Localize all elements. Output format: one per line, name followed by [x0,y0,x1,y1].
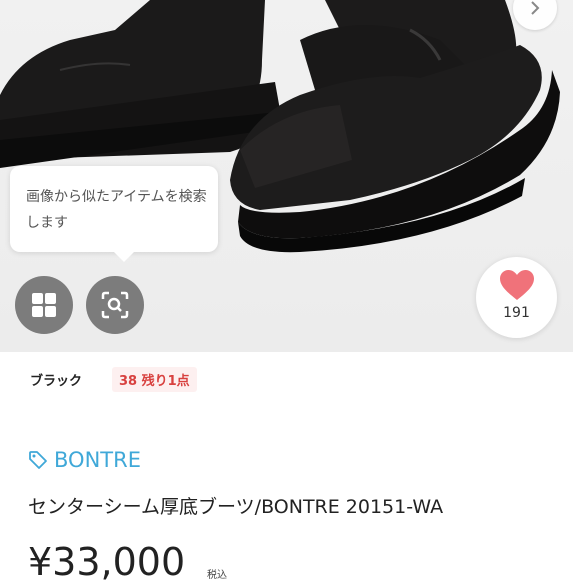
like-button[interactable]: 191 [476,257,557,338]
image-search-tooltip: 画像から似たアイテムを検索します [10,166,218,262]
grid-icon [32,293,56,317]
image-search-button[interactable] [86,276,144,334]
tooltip-text: 画像から似たアイテムを検索します [26,189,207,231]
brand-name[interactable]: BONTRE [54,448,141,472]
product-image-carousel[interactable]: 画像から似たアイテムを検索します 191 [0,0,573,352]
variant-row[interactable]: ブラック 38 残り1点 [30,366,197,392]
heart-icon [500,270,534,300]
scan-search-icon [101,291,129,319]
size-stock-badge[interactable]: 38 残り1点 [112,366,197,392]
product-title: センターシーム厚底ブーツ/BONTRE 20151-WA [28,496,444,518]
like-count: 191 [503,305,530,321]
color-label: ブラック [30,373,83,389]
chevron-right-icon [531,1,540,15]
product-price: ¥33,000 [28,540,186,584]
tag-icon [29,451,47,469]
tax-note: 税込 [207,570,227,581]
brand-link[interactable]: BONTRE [28,448,141,472]
image-list-button[interactable] [15,276,73,334]
